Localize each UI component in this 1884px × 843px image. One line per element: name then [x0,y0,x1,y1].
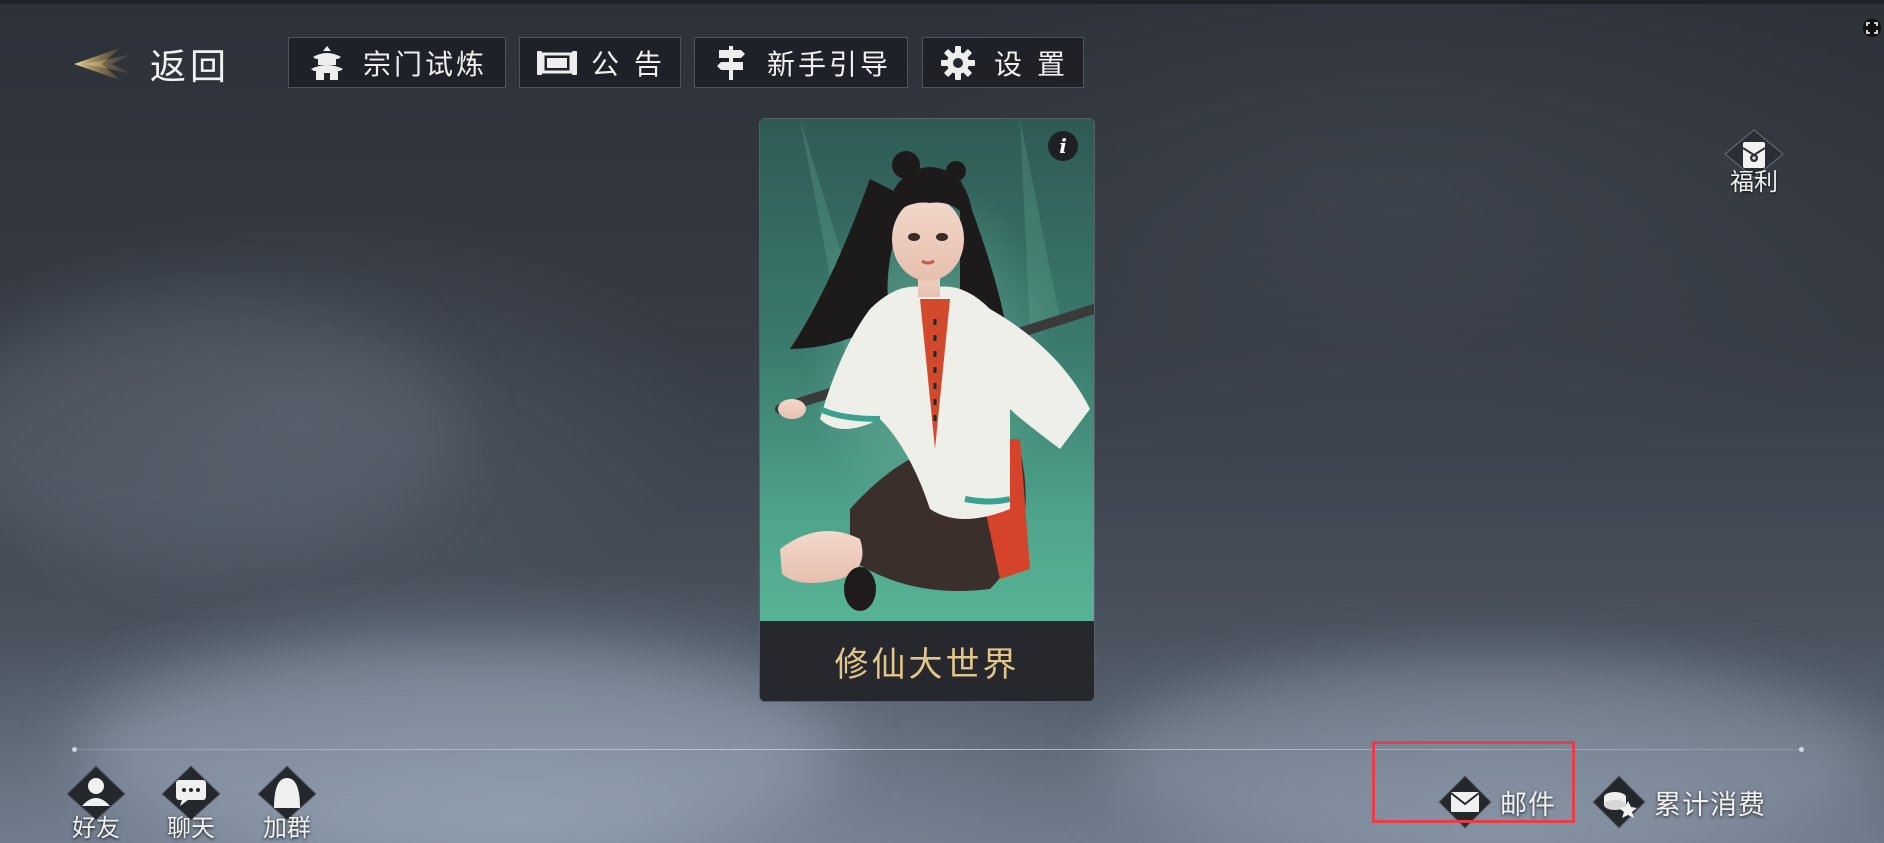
join-group-button[interactable]: 加群 [251,764,323,843]
friends-label: 好友 [72,814,120,842]
announcement-label: 公 告 [591,47,665,81]
cumulative-spend-label: 累计消费 [1654,789,1766,821]
game-card[interactable]: i 修仙大世界 [759,118,1095,702]
back-label: 返回 [150,47,231,88]
pagoda-icon [307,43,347,83]
back-button[interactable]: 返回 [72,36,230,92]
gear-icon [938,43,978,83]
signpost-icon [711,43,751,83]
mail-label: 邮件 [1500,789,1556,821]
scroll-icon [535,43,578,83]
card-title: 修仙大世界 [760,621,1094,701]
settings-button[interactable]: 设 置 [922,37,1084,88]
friends-button[interactable]: 好友 [60,764,132,843]
beginner-guide-label: 新手引导 [766,47,891,81]
back-arrow-icon [72,44,134,84]
character-artwork [760,119,1094,621]
chat-label: 聊天 [167,814,215,842]
welfare-label: 福利 [1730,168,1778,196]
game-lobby-screen: 返回 宗门试炼 公 告 新手引导 设 置 福利 i 修仙大世界 好友 聊天 加群… [0,0,1884,843]
mist-layer [0,300,460,560]
mail-icon [1438,775,1492,829]
cumulative-spend-button[interactable]: 累计消费 [1590,772,1766,832]
info-icon[interactable]: i [1048,131,1078,161]
sect-trial-button[interactable]: 宗门试炼 [288,37,506,88]
announcement-button[interactable]: 公 告 [519,37,681,88]
welfare-button[interactable]: 福利 [1718,128,1790,197]
sect-trial-label: 宗门试炼 [362,47,487,81]
mail-button[interactable]: 邮件 [1436,772,1556,832]
join-group-label: 加群 [263,814,311,842]
settings-label: 设 置 [994,47,1068,81]
beginner-guide-button[interactable]: 新手引导 [694,37,908,88]
fullscreen-icon[interactable] [1862,18,1882,38]
coins-icon [1592,775,1646,829]
chat-button[interactable]: 聊天 [155,764,227,843]
bottom-divider [72,747,1804,752]
